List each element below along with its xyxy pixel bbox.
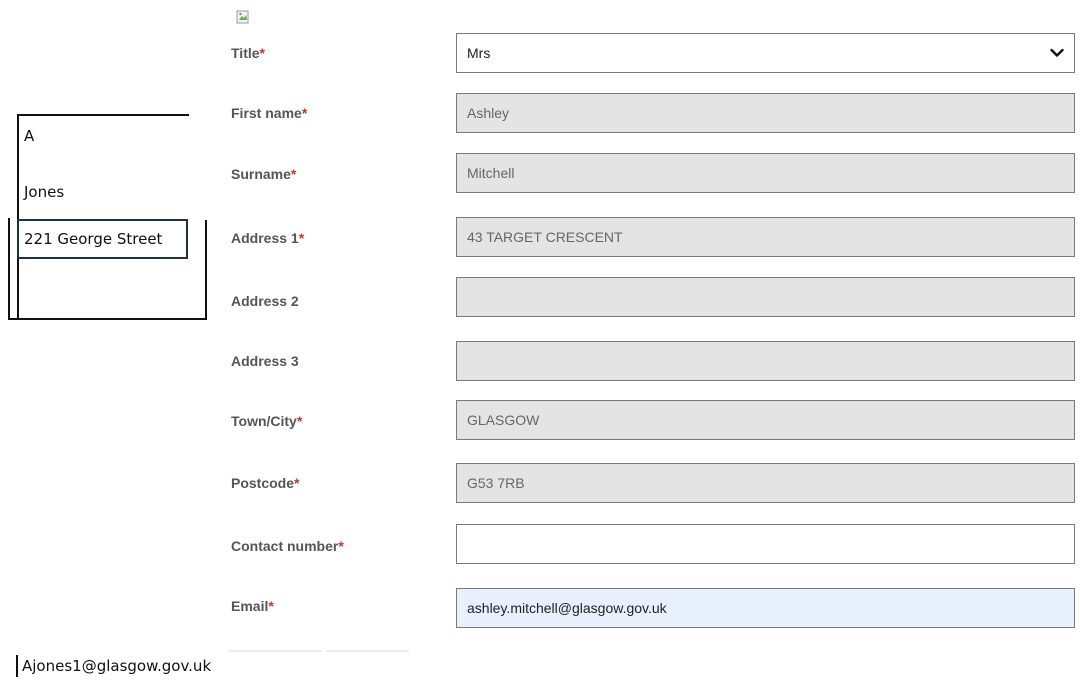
contact-number-label: Contact number* bbox=[231, 538, 344, 554]
postcode-label: Postcode* bbox=[231, 475, 300, 491]
note-box-bottom-border bbox=[8, 318, 207, 320]
note-street-box: 221 George Street bbox=[17, 219, 188, 259]
note-box-left-border bbox=[17, 114, 19, 320]
title-label: Title* bbox=[231, 45, 265, 61]
address1-field[interactable] bbox=[456, 217, 1075, 257]
note-email: Ajones1@glasgow.gov.uk bbox=[22, 657, 212, 675]
address1-label: Address 1* bbox=[231, 230, 305, 246]
first-name-field[interactable] bbox=[456, 93, 1075, 133]
divider bbox=[228, 650, 322, 652]
address2-label: Address 2 bbox=[231, 293, 299, 309]
note-box-outer-left-border bbox=[8, 218, 10, 320]
note-surname: Jones bbox=[24, 183, 65, 201]
title-select-value: Mrs bbox=[467, 45, 491, 61]
first-name-label: First name* bbox=[231, 105, 308, 121]
address3-field[interactable] bbox=[456, 341, 1075, 381]
town-label: Town/City* bbox=[231, 413, 303, 429]
surname-label: Surname* bbox=[231, 166, 297, 182]
email-label: Email* bbox=[231, 598, 274, 614]
divider bbox=[325, 650, 409, 652]
note-initial: A bbox=[24, 127, 35, 145]
note-street: 221 George Street bbox=[24, 230, 163, 248]
address2-field[interactable] bbox=[456, 277, 1075, 317]
email-field[interactable] bbox=[456, 588, 1075, 628]
postcode-field[interactable] bbox=[456, 463, 1075, 503]
broken-image-icon bbox=[236, 10, 249, 24]
address3-label: Address 3 bbox=[231, 353, 299, 369]
chevron-down-icon bbox=[1050, 48, 1064, 57]
title-select[interactable]: Mrs bbox=[456, 33, 1075, 73]
surname-field[interactable] bbox=[456, 153, 1075, 193]
contact-number-field[interactable] bbox=[456, 524, 1075, 564]
note-box-top-border bbox=[17, 114, 189, 116]
text-cursor bbox=[16, 655, 18, 677]
town-field[interactable] bbox=[456, 400, 1075, 440]
note-box-right-border bbox=[205, 220, 207, 320]
